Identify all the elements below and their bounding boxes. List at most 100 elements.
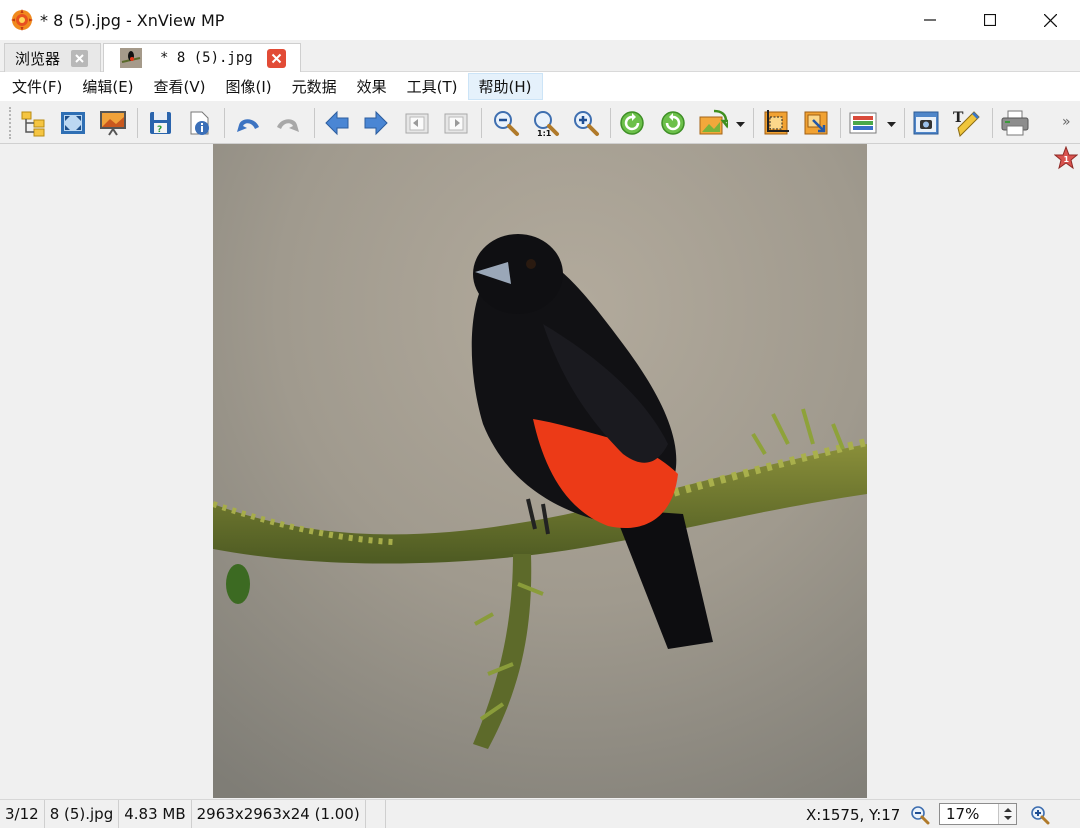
toolbar: ? 1:1 T » [0, 101, 1080, 144]
zoom-1to1-icon: 1:1 [534, 111, 559, 137]
transform-button[interactable] [696, 106, 730, 140]
minimize-button[interactable] [900, 0, 960, 40]
annotate-icon: T [953, 110, 980, 137]
save-button[interactable]: ? [143, 106, 177, 140]
first-page-icon [405, 113, 429, 134]
tab-label: 浏览器 [15, 49, 61, 68]
toolbar-separator [904, 108, 905, 138]
menu-image[interactable]: 图像(I) [216, 73, 282, 100]
status-filename: 8 (5).jpg [45, 799, 120, 828]
status-bar: 3/12 8 (5).jpg 4.83 MB 2963x2963x24 (1.0… [0, 799, 1080, 828]
crop-button[interactable] [759, 106, 793, 140]
title-bar: * 8 (5).jpg - XnView MP [0, 0, 1080, 40]
screenshot-icon [913, 111, 939, 135]
tab-browser[interactable]: 浏览器 [4, 43, 101, 72]
last-page-icon [444, 113, 468, 134]
rotate-right-button[interactable] [656, 106, 690, 140]
zoom-level-input[interactable]: 17% [939, 803, 1017, 825]
toolbar-overflow-button[interactable]: » [1062, 114, 1071, 130]
screenshot-button[interactable] [909, 106, 943, 140]
transform-dropdown[interactable] [735, 120, 745, 130]
close-icon [1043, 13, 1057, 27]
last-page-button[interactable] [439, 106, 473, 140]
maximize-button[interactable] [960, 0, 1020, 40]
crop-icon [764, 110, 789, 135]
window-controls [900, 0, 1080, 40]
zoom-in-button[interactable] [569, 106, 603, 140]
toolbar-separator [610, 108, 611, 138]
first-page-button[interactable] [400, 106, 434, 140]
toolbar-separator [753, 108, 754, 138]
menu-help[interactable]: 帮助(H) [467, 73, 543, 100]
adjust-colors-button[interactable] [846, 106, 880, 140]
resize-button[interactable] [799, 106, 833, 140]
image-viewer-canvas[interactable]: 1 [0, 144, 1080, 799]
rotate-left-icon [620, 111, 644, 135]
properties-button[interactable] [182, 106, 216, 140]
status-coords: X:1575, Y:17 [806, 805, 901, 824]
menu-tools[interactable]: 工具(T) [397, 73, 468, 100]
tab-image[interactable]: * 8 (5).jpg [103, 43, 301, 72]
status-empty-cell [366, 799, 386, 828]
status-filesize: 4.83 MB [119, 799, 192, 828]
displayed-photo [213, 144, 867, 798]
svg-text:1: 1 [1064, 155, 1070, 164]
print-icon [1001, 110, 1029, 136]
transform-icon [699, 109, 728, 135]
toolbar-grip[interactable] [9, 107, 12, 139]
next-icon [364, 110, 388, 136]
zoom-out-icon [494, 111, 519, 136]
toolbar-separator [224, 108, 225, 138]
zoom-1to1-button[interactable]: 1:1 [529, 106, 563, 140]
chevron-down-icon [886, 122, 896, 127]
print-button[interactable] [998, 106, 1032, 140]
toolbar-separator [840, 108, 841, 138]
browser-tree-button[interactable] [17, 106, 51, 140]
fit-window-button[interactable] [56, 106, 90, 140]
zoom-spinner[interactable] [998, 804, 1016, 824]
redo-icon [277, 119, 299, 132]
tab-label: * 8 (5).jpg [160, 50, 253, 66]
slideshow-button[interactable] [96, 106, 130, 140]
menu-metadata[interactable]: 元数据 [282, 73, 347, 100]
zoom-in-status-button[interactable] [1030, 800, 1050, 828]
rotate-left-button[interactable] [615, 106, 649, 140]
close-window-button[interactable] [1020, 0, 1080, 40]
adjust-colors-icon [849, 112, 877, 134]
image-thumbnail-icon [120, 48, 142, 68]
menu-bar: 文件(F) 编辑(E) 查看(V) 图像(I) 元数据 效果 工具(T) 帮助(… [0, 72, 1080, 101]
previous-icon [325, 110, 349, 136]
window-title: * 8 (5).jpg - XnView MP [40, 10, 225, 30]
tab-close-button[interactable] [267, 49, 286, 68]
annotate-button[interactable]: T [950, 106, 984, 140]
toolbar-separator [481, 108, 482, 138]
undo-button[interactable] [231, 106, 265, 140]
properties-icon [190, 111, 209, 135]
tab-close-button[interactable] [71, 50, 88, 67]
close-icon [271, 53, 282, 64]
star-rating-icon[interactable]: 1 [1054, 146, 1078, 170]
zoom-out-status-button[interactable] [910, 800, 930, 828]
zoom-out-button[interactable] [489, 106, 523, 140]
rotate-right-icon [661, 111, 685, 135]
status-position: 3/12 [0, 799, 45, 828]
zoom-out-icon [911, 805, 930, 824]
close-icon [75, 54, 84, 63]
slideshow-icon [100, 111, 126, 136]
menu-edit[interactable]: 编辑(E) [72, 73, 143, 100]
menu-effects[interactable]: 效果 [347, 73, 397, 100]
previous-button[interactable] [320, 106, 354, 140]
menu-view[interactable]: 查看(V) [144, 73, 216, 100]
bird-photo [213, 144, 867, 798]
resize-icon [804, 111, 828, 135]
toolbar-separator [314, 108, 315, 138]
status-dimensions: 2963x2963x24 (1.00) [192, 799, 366, 828]
undo-icon [237, 119, 259, 132]
menu-file[interactable]: 文件(F) [2, 73, 72, 100]
next-button[interactable] [359, 106, 393, 140]
maximize-icon [984, 14, 996, 26]
adjust-colors-dropdown[interactable] [886, 120, 896, 130]
fit-window-icon [61, 112, 85, 134]
redo-button[interactable] [271, 106, 305, 140]
minimize-icon [924, 19, 936, 21]
